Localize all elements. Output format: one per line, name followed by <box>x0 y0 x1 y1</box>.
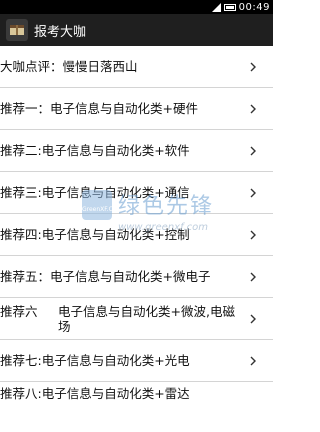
list-item-label: 推荐一：电子信息与自动化类+硬件 <box>0 101 198 116</box>
list-item-label: 推荐三:电子信息与自动化类+通信 <box>0 185 190 200</box>
list-item-label: 大咖点评：慢慢日落西山 <box>0 59 138 74</box>
list-item-label: 推荐六 电子信息与自动化类+微波,电磁场 <box>0 304 246 334</box>
chevron-right-icon <box>250 356 256 365</box>
list-item-label-body: 电子信息与自动化类+微波,电磁场 <box>58 303 235 334</box>
recommendation-list: 大咖点评：慢慢日落西山 推荐一：电子信息与自动化类+硬件 推荐二:电子信息与自动… <box>0 46 273 412</box>
chevron-right-icon <box>250 230 256 239</box>
list-item-label: 推荐二:电子信息与自动化类+软件 <box>0 143 190 158</box>
list-item-label: 推荐八:电子信息与自动化类+雷达 <box>0 386 190 401</box>
list-item[interactable]: 推荐一：电子信息与自动化类+硬件 <box>0 88 273 130</box>
list-item[interactable]: 推荐六 电子信息与自动化类+微波,电磁场 <box>0 298 273 340</box>
chevron-right-icon <box>250 62 256 71</box>
chevron-right-icon <box>250 104 256 113</box>
action-bar: 报考大咖 <box>0 14 273 46</box>
app-logo-icon[interactable] <box>6 19 28 41</box>
list-item[interactable]: 大咖点评：慢慢日落西山 <box>0 46 273 88</box>
list-item-label: 推荐四:电子信息与自动化类+控制 <box>0 227 190 242</box>
list-item[interactable]: 推荐二:电子信息与自动化类+软件 <box>0 130 273 172</box>
status-time: 00:49 <box>238 1 270 13</box>
list-item[interactable]: 推荐三:电子信息与自动化类+通信 <box>0 172 273 214</box>
app-title: 报考大咖 <box>34 24 87 40</box>
list-item-label: 推荐五：电子信息与自动化类+微电子 <box>0 269 211 284</box>
list-item[interactable]: 推荐四:电子信息与自动化类+控制 <box>0 214 273 256</box>
status-bar: 00:49 <box>0 0 273 14</box>
chevron-right-icon <box>250 188 256 197</box>
list-item-label-prefix: 推荐六 <box>0 303 38 319</box>
chevron-right-icon <box>250 314 256 323</box>
list-item-label: 推荐七:电子信息与自动化类+光电 <box>0 353 190 368</box>
signal-icon <box>211 2 221 12</box>
status-icons <box>211 2 236 12</box>
battery-icon <box>223 3 236 11</box>
list-item[interactable]: 推荐五：电子信息与自动化类+微电子 <box>0 256 273 298</box>
chevron-right-icon <box>250 272 256 281</box>
list-item[interactable]: 推荐七:电子信息与自动化类+光电 <box>0 340 273 382</box>
list-item[interactable]: 推荐八:电子信息与自动化类+雷达 <box>0 382 273 412</box>
chevron-right-icon <box>250 146 256 155</box>
book-icon <box>10 25 24 35</box>
